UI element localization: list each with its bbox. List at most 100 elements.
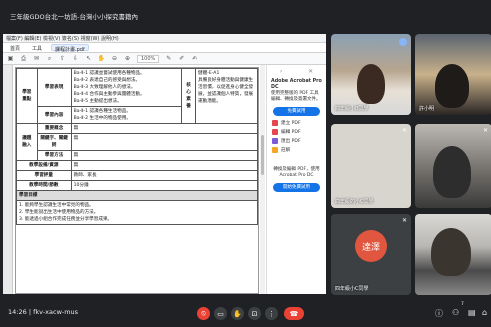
table-row: 學習目標	[16, 190, 258, 201]
tab-home[interactable]: 首頁	[7, 44, 23, 52]
tab-document[interactable]: 課程計畫.pdf	[51, 44, 89, 53]
row-label: 教學時間/節數	[16, 180, 72, 191]
participant-name: 四年級小C同學	[335, 286, 369, 292]
table-row: 關鍵字、關鍵詞 無	[17, 133, 259, 151]
camera-icon[interactable]: ▭	[214, 307, 227, 320]
zoom-out-icon[interactable]: ⊖	[111, 55, 118, 62]
meeting-code: fkv-xacw-mus	[33, 308, 79, 316]
tab-tools[interactable]: 工具	[29, 44, 45, 52]
row-label: 學習方法	[36, 150, 72, 161]
goals-cell: 1. 能夠學生認識生活中常見的物品。 2. 學生能說出生活中使用物品的方法。 3…	[16, 200, 258, 225]
chat-icon[interactable]: ▤	[468, 308, 476, 317]
edit-pdf-icon	[272, 129, 278, 135]
participant-video	[435, 64, 469, 108]
viewer-menubar[interactable]: 檔案(F) 編輯(E) 檢視(V) 簽名(S) 視窗(W) 說明(H)	[3, 34, 326, 43]
mic-muted-icon: ✕	[482, 127, 488, 134]
clock-time: 14:26	[8, 308, 27, 316]
promo-heading: Adobe Acrobat Pro DC	[271, 79, 322, 90]
table-cell: 健體-E-A1 具備良好身體活動與健康生活習慣，以促進身心健全發展，並認識個人特…	[195, 68, 258, 124]
tool-item-edit-pdf[interactable]: 編輯 PDF	[272, 129, 321, 135]
comment-tool-icon[interactable]: ✎	[165, 55, 172, 62]
meeting-time-code: 14:26 | fkv-xacw-mus	[8, 308, 78, 316]
table-row: 1. 能夠學生認識生活中常見的物品。 2. 學生能說出生活中使用物品的方法。 3…	[16, 200, 258, 225]
participant-tile[interactable]	[415, 214, 491, 295]
goal-item: 2. 學生能說出生活中使用物品的方法。	[19, 210, 99, 215]
participant-tile[interactable]: 四年級小B同學	[331, 34, 411, 115]
tool-item-create-pdf[interactable]: 建立 PDF	[272, 120, 321, 126]
acrobat-tools-panel: › ✕ Adobe Acrobat Pro DC 使用完整版的 PDF 工具編輯…	[266, 65, 326, 294]
mic-muted-icon: ✕	[401, 127, 407, 134]
goals-header: 學習目標	[16, 190, 258, 201]
table-row: 學習方法 無	[17, 150, 259, 161]
select-tool-icon[interactable]: ↖	[85, 55, 92, 62]
tool-item-export-pdf[interactable]: 匯出 PDF	[272, 138, 321, 144]
promo-body: 使用完整版的 PDF 工具編輯、轉換及簽署文件。	[271, 91, 321, 102]
mic-off-icon[interactable]: ⦸	[197, 307, 210, 320]
try-button[interactable]: 免費試用	[273, 107, 320, 116]
avatar: 達澤	[355, 230, 387, 262]
viewer-toolbar: ▣ ⎙ ✉ ⌕ ⇧ ⇩ ↖ ✋ ⊖ ⊕ 100% ✎ ✐ ✍	[3, 53, 326, 65]
tool-label: 建立 PDF	[281, 121, 301, 126]
row-label: 關鍵字、關鍵詞	[36, 133, 72, 151]
table-row: 議題 融入 重要概念 無	[16, 123, 259, 161]
table-cell: 10分鐘	[70, 180, 259, 191]
activities-icon[interactable]: ⌂	[482, 308, 487, 317]
row-label: 學習表現	[36, 68, 72, 107]
hand-tool-icon[interactable]: ✋	[98, 55, 105, 62]
page-thumbnails-rail[interactable]	[3, 65, 13, 294]
table-cell: 無	[70, 150, 259, 161]
table-cell: 無	[70, 133, 259, 151]
leave-call-icon[interactable]: ☎	[284, 307, 304, 320]
tool-label: 編輯 PDF	[281, 130, 301, 135]
mail-icon[interactable]: ✉	[33, 55, 40, 62]
highlight-tool-icon[interactable]: ✐	[178, 55, 185, 62]
divider: |	[28, 308, 32, 316]
info-icon[interactable]: ⓘ	[435, 308, 443, 319]
panel-icons: › ✕	[267, 65, 326, 75]
row-label: 學習內容	[36, 106, 72, 124]
more-options-icon[interactable]: ⋮	[265, 307, 278, 320]
scrollbar-thumb[interactable]	[261, 135, 264, 175]
raise-hand-icon[interactable]: ✋	[231, 307, 244, 320]
goal-item: 3. 能透過小組合作完成任務並分享學習成果。	[19, 217, 113, 222]
search-icon[interactable]: ⌕	[46, 55, 53, 62]
table-row: 教學時間/節數 10分鐘	[16, 180, 259, 191]
lesson-plan-table: 學習 重點 學習表現 Ba-Ⅱ-1 認識並嘗試使用各種物品。 Ba-Ⅱ-2 表達自…	[16, 68, 259, 225]
viewer-tabs: 首頁 工具 課程計畫.pdf	[3, 43, 326, 53]
participant-tile[interactable]: ✕	[415, 124, 491, 208]
sign-tool-icon[interactable]: ✍	[191, 55, 198, 62]
acrobat-promo-secondary: 轉換及編輯 PDF，使用 Acrobat Pro DC	[273, 167, 320, 178]
close-panel-icon[interactable]: ✕	[308, 68, 313, 75]
next-page-icon[interactable]: ⇩	[72, 55, 79, 62]
table-row: 教學設備/資源 無	[16, 160, 259, 171]
table-row: 學習評量 教師、家長	[16, 170, 259, 181]
zoom-level[interactable]: 100%	[137, 54, 160, 63]
prev-page-icon[interactable]: ⇧	[59, 55, 66, 62]
participant-video	[357, 64, 385, 104]
row-label: 教學設備/資源	[16, 160, 72, 171]
free-trial-button[interactable]: 開始免費試用	[273, 183, 320, 192]
bottom-bar: 14:26 | fkv-xacw-mus ⦸ ▭ ✋ ⊡ ⋮ ☎ ⓘ ⚇ 7 ▤…	[0, 299, 491, 327]
participant-name: 四年級的小C同學	[335, 199, 374, 205]
table-cell: 無	[70, 160, 259, 171]
present-icon[interactable]: ⊡	[248, 307, 261, 320]
row-label: 學習評量	[16, 170, 72, 181]
participant-tile[interactable]: ✕ 四年級的小C同學	[331, 124, 411, 208]
participant-tile[interactable]: 許小明	[415, 34, 491, 115]
pin-icon[interactable]	[399, 38, 407, 46]
zoom-in-icon[interactable]: ⊕	[124, 55, 131, 62]
document-scrollbar[interactable]	[260, 65, 265, 294]
row-label: 學習 重點	[16, 68, 38, 124]
shared-screen: 檔案(F) 編輯(E) 檢視(V) 簽名(S) 視窗(W) 說明(H) 首頁 工…	[3, 34, 326, 294]
tool-label: 匯出 PDF	[281, 139, 301, 144]
print-icon[interactable]: ⎙	[20, 55, 27, 62]
save-icon[interactable]: ▣	[7, 55, 14, 62]
export-pdf-icon	[272, 138, 278, 144]
people-icon[interactable]: ⚇	[452, 308, 459, 317]
table-cell: 教師、家長	[70, 170, 259, 181]
collapse-panel-icon[interactable]: ›	[280, 68, 282, 75]
tool-item-comment[interactable]: 註解	[272, 147, 321, 153]
participant-video	[431, 228, 471, 276]
mic-muted-icon: ✕	[401, 217, 407, 224]
participant-tile[interactable]: 達澤 ✕ 四年級小C同學	[331, 214, 411, 295]
